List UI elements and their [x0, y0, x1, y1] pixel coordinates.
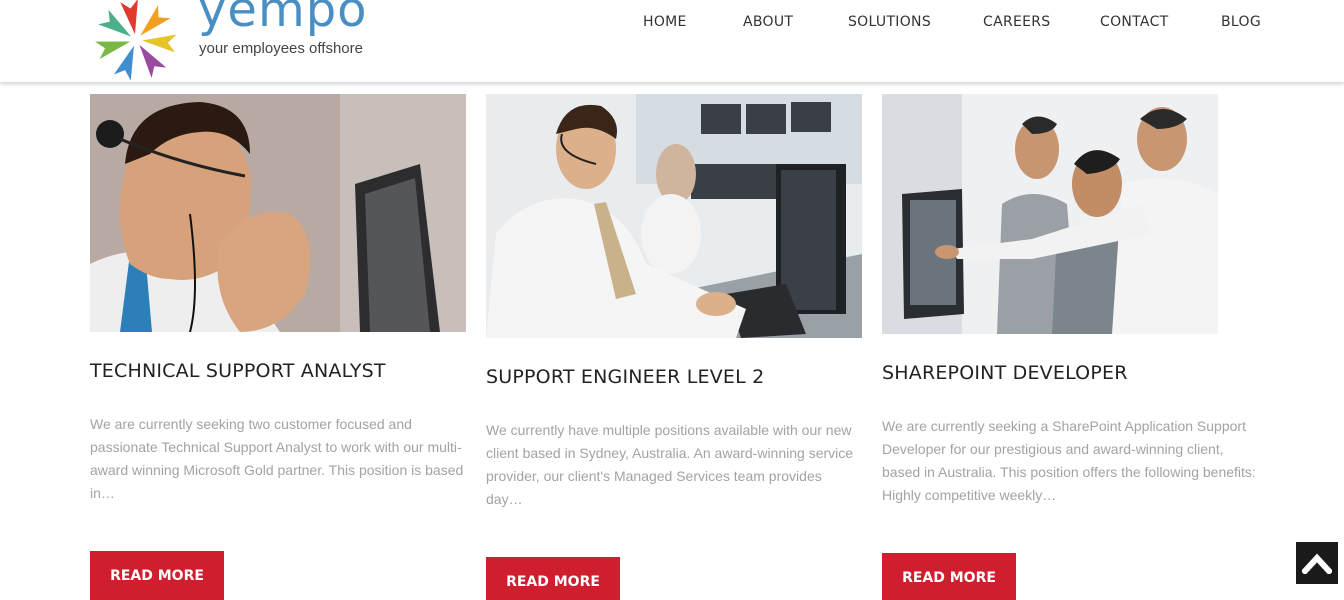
nav-item-home[interactable]: HOME: [643, 14, 687, 30]
job-title[interactable]: TECHNICAL SUPPORT ANALYST: [90, 360, 386, 382]
nav-item-solutions[interactable]: SOLUTIONS: [848, 14, 931, 30]
main-nav: HOME ABOUT SOLUTIONS CAREERS CONTACT BLO…: [0, 14, 1344, 34]
nav-item-about[interactable]: ABOUT: [743, 14, 793, 30]
read-more-button[interactable]: READ MORE: [882, 553, 1016, 600]
job-image-support-engineer[interactable]: [486, 94, 862, 338]
job-card: SHAREPOINT DEVELOPER We are currently se…: [882, 94, 1258, 600]
nav-item-contact[interactable]: CONTACT: [1100, 14, 1169, 30]
page: yempo your employees offshore HOME ABOUT…: [0, 0, 1344, 600]
chevron-up-icon: [1302, 553, 1332, 574]
logo[interactable]: yempo your employees offshore: [88, 0, 378, 82]
job-title[interactable]: SHAREPOINT DEVELOPER: [882, 362, 1128, 384]
site-header: yempo your employees offshore HOME ABOUT…: [0, 0, 1344, 82]
job-title[interactable]: SUPPORT ENGINEER LEVEL 2: [486, 366, 764, 388]
job-card: SUPPORT ENGINEER LEVEL 2 We currently ha…: [486, 94, 862, 600]
job-image-sharepoint-developer[interactable]: [882, 94, 1218, 334]
read-more-button[interactable]: READ MORE: [486, 557, 620, 600]
scroll-to-top-button[interactable]: [1296, 542, 1338, 584]
read-more-button[interactable]: READ MORE: [90, 551, 224, 600]
job-summary: We currently have multiple positions ava…: [486, 422, 854, 507]
job-card: TECHNICAL SUPPORT ANALYST We are current…: [90, 94, 466, 600]
logo-tagline: your employees offshore: [199, 40, 363, 57]
nav-item-careers[interactable]: CAREERS: [983, 14, 1051, 30]
job-image-support-analyst[interactable]: [90, 94, 466, 332]
nav-item-blog[interactable]: BLOG: [1221, 14, 1261, 30]
logo-flower-icon: [95, 0, 177, 81]
job-summary: We are currently seeking two customer fo…: [90, 416, 464, 501]
job-summary: We are currently seeking a SharePoint Ap…: [882, 418, 1256, 503]
